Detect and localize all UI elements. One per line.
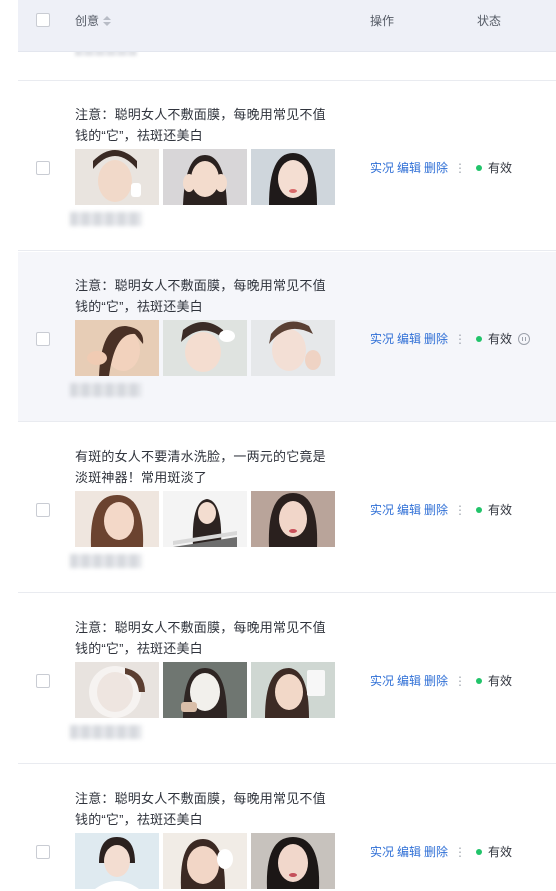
status-dot-icon — [476, 335, 482, 342]
table-row: 有斑的女人不要清水洗脸，一两元的它竟是淡斑神器！常用斑淡了 实况 编辑 删除 ⋮ 有效 — [18, 423, 556, 593]
table-header: 创意 操作 状态 — [18, 0, 556, 52]
table-row-partial — [18, 52, 556, 81]
creative-image[interactable] — [251, 320, 335, 376]
live-link[interactable]: 实况 — [370, 161, 394, 175]
live-link[interactable]: 实况 — [370, 332, 394, 346]
creative-title: 注意：聪明女人不敷面膜，每晚用常见不值钱的“它”，祛斑还美白 — [75, 791, 326, 827]
delete-link[interactable]: 删除 — [424, 332, 448, 346]
status-text: 有效 — [488, 674, 513, 688]
table-row: 注意：聪明女人不敷面膜，每晚用常见不值钱的“它”，祛斑还美白 实况 编辑 删除 ⋮ 有… — [18, 765, 556, 891]
delete-link[interactable]: 删除 — [424, 161, 448, 175]
creative-image[interactable] — [163, 320, 247, 376]
creative-image[interactable] — [75, 662, 159, 718]
status-dot-icon — [476, 677, 482, 684]
status-badge: 有效 — [476, 672, 512, 689]
status-text: 有效 — [488, 845, 513, 859]
blurred-caption — [70, 554, 142, 568]
table-row: 注意：聪明女人不敷面膜，每晚用常见不值钱的“它”，祛斑还美白 实况 编辑 删除 ⋮ 有… — [18, 594, 556, 764]
more-icon[interactable]: ⋮ — [454, 332, 466, 346]
row-actions: 实况 编辑 删除 ⋮ — [370, 501, 469, 518]
blurred-caption — [70, 212, 142, 226]
more-icon[interactable]: ⋮ — [454, 161, 466, 175]
status-badge: 有效 — [476, 159, 512, 176]
delete-link[interactable]: 删除 — [424, 845, 448, 859]
select-all-checkbox[interactable] — [36, 13, 50, 27]
blurred-caption — [70, 725, 142, 739]
delete-link[interactable]: 删除 — [424, 503, 448, 517]
creative-image[interactable] — [163, 833, 247, 889]
sort-icon[interactable] — [103, 15, 112, 28]
edit-link[interactable]: 编辑 — [397, 674, 421, 688]
status-badge: 有效 — [476, 330, 531, 347]
creative-image[interactable] — [75, 833, 159, 889]
column-header-actions: 操作 — [370, 14, 395, 28]
status-badge: 有效 — [476, 843, 512, 860]
edit-link[interactable]: 编辑 — [397, 503, 421, 517]
blurred-text — [75, 52, 137, 56]
more-icon[interactable]: ⋮ — [454, 503, 466, 517]
edit-link[interactable]: 编辑 — [397, 161, 421, 175]
status-dot-icon — [476, 848, 482, 855]
row-checkbox[interactable] — [36, 503, 50, 517]
more-icon[interactable]: ⋮ — [454, 845, 466, 859]
creative-image[interactable] — [75, 491, 159, 547]
creative-image[interactable] — [75, 149, 159, 205]
live-link[interactable]: 实况 — [370, 845, 394, 859]
creative-image[interactable] — [251, 491, 335, 547]
delete-link[interactable]: 删除 — [424, 674, 448, 688]
blurred-caption — [70, 383, 142, 397]
row-actions: 实况 编辑 删除 ⋮ — [370, 843, 469, 860]
status-dot-icon — [476, 506, 482, 513]
status-text: 有效 — [488, 503, 513, 517]
creative-title: 有斑的女人不要清水洗脸，一两元的它竟是淡斑神器！常用斑淡了 — [75, 449, 326, 485]
creative-title: 注意：聪明女人不敷面膜，每晚用常见不值钱的“它”，祛斑还美白 — [75, 620, 326, 656]
table-row: 注意：聪明女人不敷面膜，每晚用常见不值钱的“它”，祛斑还美白 实况 编辑 删除 ⋮ 有… — [18, 252, 556, 422]
row-checkbox[interactable] — [36, 161, 50, 175]
creative-image[interactable] — [163, 491, 247, 547]
column-header-status: 状态 — [477, 14, 502, 28]
row-actions: 实况 编辑 删除 ⋮ — [370, 330, 469, 347]
creative-title: 注意：聪明女人不敷面膜，每晚用常见不值钱的“它”，祛斑还美白 — [75, 278, 326, 314]
status-dot-icon — [476, 164, 482, 171]
column-header-creative[interactable]: 创意 — [75, 12, 112, 29]
live-link[interactable]: 实况 — [370, 674, 394, 688]
column-header-creative-label: 创意 — [75, 14, 100, 28]
row-actions: 实况 编辑 删除 ⋮ — [370, 672, 469, 689]
creative-image[interactable] — [75, 320, 159, 376]
table-row: 注意：聪明女人不敷面膜，每晚用常见不值钱的“它”，祛斑还美白 实况 编辑 删除 ⋮ 有… — [18, 81, 556, 251]
edit-link[interactable]: 编辑 — [397, 332, 421, 346]
row-checkbox[interactable] — [36, 845, 50, 859]
status-text: 有效 — [488, 161, 513, 175]
creative-title: 注意：聪明女人不敷面膜，每晚用常见不值钱的“它”，祛斑还美白 — [75, 107, 326, 143]
creative-image[interactable] — [251, 149, 335, 205]
more-icon[interactable]: ⋮ — [454, 674, 466, 688]
status-badge: 有效 — [476, 501, 512, 518]
row-actions: 实况 编辑 删除 ⋮ — [370, 159, 469, 176]
creative-table-page: 创意 操作 状态 注意：聪明女人不敷面膜，每晚用常见不值钱的“它”，祛斑还美白 … — [0, 0, 556, 891]
creative-image[interactable] — [163, 662, 247, 718]
pause-icon[interactable] — [518, 332, 531, 345]
edit-link[interactable]: 编辑 — [397, 845, 421, 859]
row-checkbox[interactable] — [36, 674, 50, 688]
live-link[interactable]: 实况 — [370, 503, 394, 517]
status-text: 有效 — [488, 332, 513, 346]
row-checkbox[interactable] — [36, 332, 50, 346]
creative-image[interactable] — [251, 662, 335, 718]
creative-image[interactable] — [163, 149, 247, 205]
creative-image[interactable] — [251, 833, 335, 889]
